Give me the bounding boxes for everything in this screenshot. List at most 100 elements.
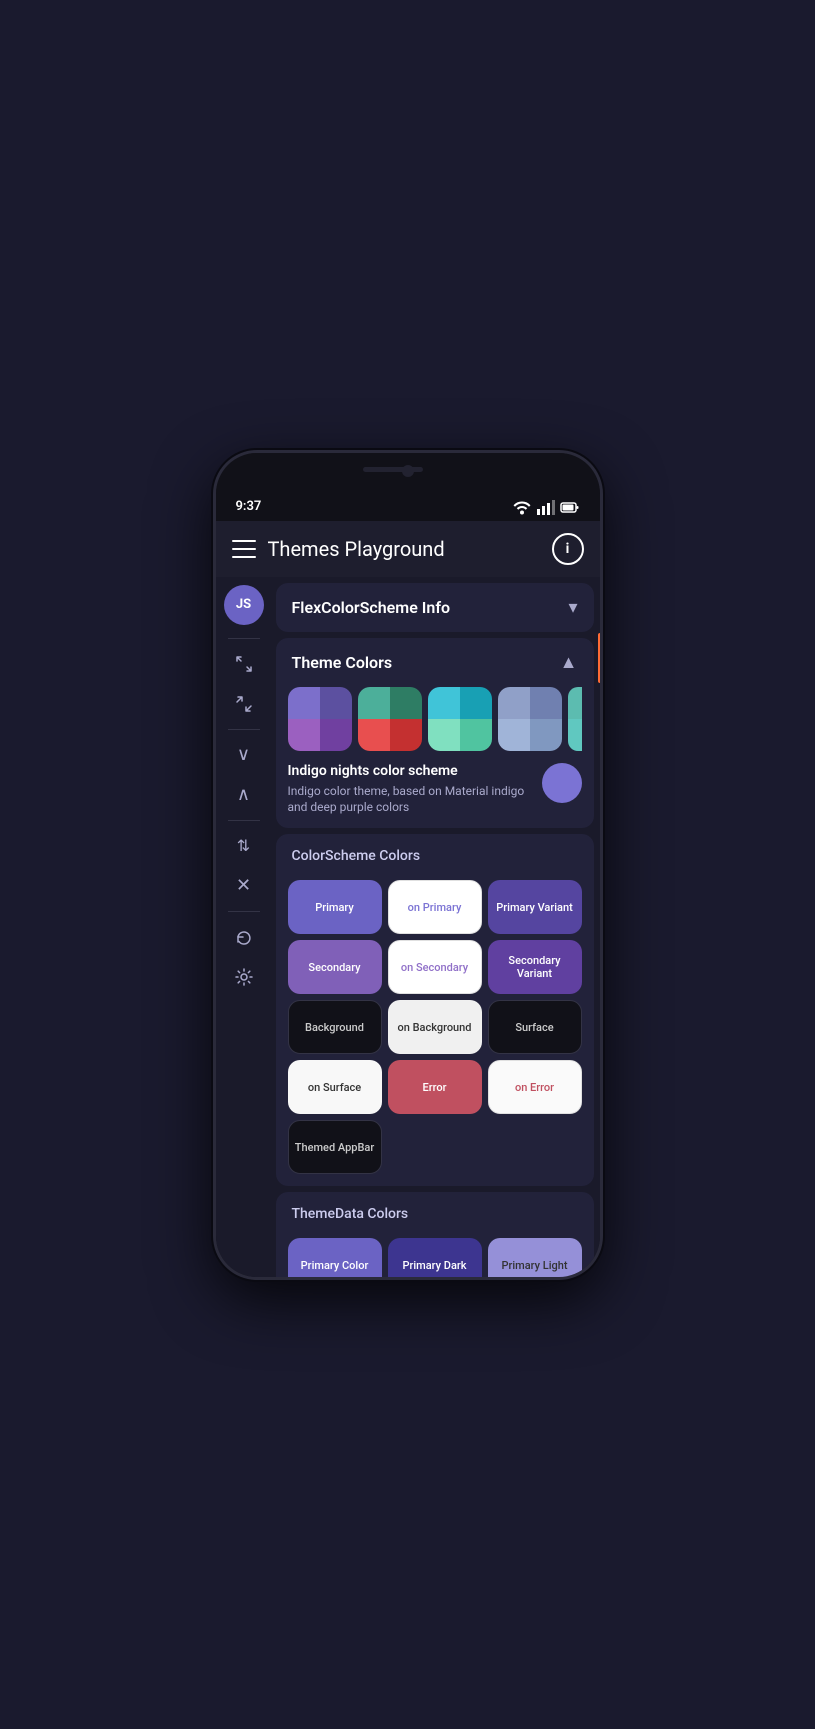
- status-bar: 9:37: [216, 493, 600, 521]
- scheme-info: Indigo nights color scheme Indigo color …: [288, 763, 582, 817]
- power-button[interactable]: [598, 633, 602, 683]
- chip-primary-variant[interactable]: Primary Variant: [488, 880, 582, 934]
- swatch-1-q3: [288, 719, 320, 751]
- swatch-4[interactable]: [498, 687, 562, 751]
- sidebar-icon-chevron-down[interactable]: ∨: [226, 737, 262, 773]
- sidebar-divider-3: [228, 820, 260, 821]
- sidebar-icon-brightness[interactable]: [226, 959, 262, 995]
- swatch-3-q1: [428, 687, 460, 719]
- chip-primary[interactable]: Primary: [288, 880, 382, 934]
- chip-on-surface[interactable]: on Surface: [288, 1060, 382, 1114]
- swatch-2[interactable]: [358, 687, 422, 751]
- chip-primary-light-label: Primary Light: [501, 1259, 567, 1272]
- chip-on-primary-label: on Primary: [408, 901, 462, 914]
- sidebar-icon-collapse[interactable]: [226, 686, 262, 722]
- swatch-1-q2: [320, 687, 352, 719]
- swatch-3-q2: [460, 687, 492, 719]
- sidebar-icon-updown[interactable]: ⇅: [226, 828, 262, 864]
- chip-background-label: Background: [305, 1021, 364, 1034]
- chip-secondary-variant[interactable]: Secondary Variant: [488, 940, 582, 994]
- swatch-5-q3: [568, 719, 582, 751]
- chip-error[interactable]: Error: [388, 1060, 482, 1114]
- status-time: 9:37: [236, 499, 262, 514]
- swatch-3[interactable]: [428, 687, 492, 751]
- swatch-4-q3: [498, 719, 530, 751]
- colorscheme-grid: Primary on Primary Primary Variant Secon…: [288, 880, 582, 1174]
- color-swatches: [288, 687, 582, 751]
- sidebar-divider-4: [228, 911, 260, 912]
- chip-secondary-variant-label: Secondary Variant: [494, 954, 576, 980]
- chip-secondary[interactable]: Secondary: [288, 940, 382, 994]
- colorscheme-colors-card: ColorScheme Colors Primary on Primary Pr…: [276, 834, 594, 1186]
- phone-top: [216, 453, 600, 493]
- colorscheme-content: Primary on Primary Primary Variant Secon…: [276, 876, 594, 1186]
- wifi-icon: [512, 497, 532, 517]
- chip-on-secondary-label: on Secondary: [401, 961, 468, 974]
- chip-background[interactable]: Background: [288, 1000, 382, 1054]
- user-avatar[interactable]: JS: [224, 585, 264, 625]
- swatch-5-q1: [568, 687, 582, 719]
- swatch-5[interactable]: [568, 687, 582, 751]
- chip-primary-color[interactable]: Primary Color: [288, 1238, 382, 1276]
- chip-on-secondary[interactable]: on Secondary: [388, 940, 482, 994]
- swatch-4-q2: [530, 687, 562, 719]
- swatch-1-q4: [320, 719, 352, 751]
- chip-primary-light[interactable]: Primary Light: [488, 1238, 582, 1276]
- theme-toggle[interactable]: [542, 763, 582, 803]
- theme-colors-title: Theme Colors: [292, 653, 393, 672]
- battery-icon: [560, 497, 580, 517]
- chip-on-error-label: on Error: [515, 1081, 554, 1094]
- sidebar-divider-2: [228, 729, 260, 730]
- chip-surface[interactable]: Surface: [488, 1000, 582, 1054]
- swatch-2-q1: [358, 687, 390, 719]
- swatch-1[interactable]: [288, 687, 352, 751]
- chip-on-primary[interactable]: on Primary: [388, 880, 482, 934]
- chip-themed-appbar-label: Themed AppBar: [295, 1141, 374, 1154]
- sidebar-icon-reset[interactable]: [226, 919, 262, 955]
- colorscheme-header[interactable]: ColorScheme Colors: [276, 834, 594, 876]
- signal-icon: [536, 497, 556, 517]
- flex-colorscheme-title: FlexColorScheme Info: [292, 598, 451, 617]
- chip-error-label: Error: [423, 1081, 447, 1094]
- swatch-2-q2: [390, 687, 422, 719]
- speaker-slot: [363, 467, 423, 472]
- themedata-header[interactable]: ThemeData Colors: [276, 1192, 594, 1234]
- swatch-3-q3: [428, 719, 460, 751]
- flex-colorscheme-chevron: ▾: [568, 597, 577, 618]
- chip-on-background-label: on Background: [397, 1021, 471, 1034]
- sidebar-icon-close[interactable]: ✕: [226, 868, 262, 904]
- themedata-grid: Primary Color Primary Dark Primary Light…: [288, 1238, 582, 1276]
- content-panel: FlexColorScheme Info ▾ Theme Colors ▲: [272, 577, 600, 1277]
- swatch-4-q4: [530, 719, 562, 751]
- sidebar-icon-expand[interactable]: [226, 646, 262, 682]
- themedata-colors-card: ThemeData Colors Primary Color Primary D…: [276, 1192, 594, 1276]
- chip-primary-color-label: Primary Color: [301, 1259, 369, 1272]
- chip-primary-variant-label: Primary Variant: [496, 901, 573, 914]
- chip-primary-label: Primary: [315, 901, 354, 914]
- chip-primary-dark[interactable]: Primary Dark: [388, 1238, 482, 1276]
- theme-colors-card: Theme Colors ▲: [276, 638, 594, 829]
- sidebar-icon-chevron-up[interactable]: ∧: [226, 777, 262, 813]
- app-title: Themes Playground: [268, 537, 540, 561]
- flex-colorscheme-header[interactable]: FlexColorScheme Info ▾: [276, 583, 594, 632]
- sidebar: JS ∨ ∧ ⇅ ✕: [216, 577, 272, 1277]
- scheme-desc: Indigo color theme, based on Material in…: [288, 783, 530, 817]
- swatch-1-q1: [288, 687, 320, 719]
- chip-themed-appbar[interactable]: Themed AppBar: [288, 1120, 382, 1174]
- chip-primary-dark-label: Primary Dark: [402, 1259, 466, 1272]
- chip-secondary-label: Secondary: [308, 961, 360, 974]
- swatch-4-q1: [498, 687, 530, 719]
- hamburger-menu-icon[interactable]: [232, 540, 256, 558]
- flex-colorscheme-card: FlexColorScheme Info ▾: [276, 583, 594, 632]
- sidebar-divider-1: [228, 638, 260, 639]
- theme-colors-content: Indigo nights color scheme Indigo color …: [276, 687, 594, 829]
- themedata-title: ThemeData Colors: [292, 1206, 409, 1222]
- theme-colors-header[interactable]: Theme Colors ▲: [276, 638, 594, 687]
- chip-on-background[interactable]: on Background: [388, 1000, 482, 1054]
- scheme-name: Indigo nights color scheme: [288, 763, 530, 779]
- phone-frame: 9:37 Theme: [213, 450, 603, 1280]
- app-bar: Themes Playground i: [216, 521, 600, 577]
- swatch-2-q3: [358, 719, 390, 751]
- chip-on-error[interactable]: on Error: [488, 1060, 582, 1114]
- info-button[interactable]: i: [552, 533, 584, 565]
